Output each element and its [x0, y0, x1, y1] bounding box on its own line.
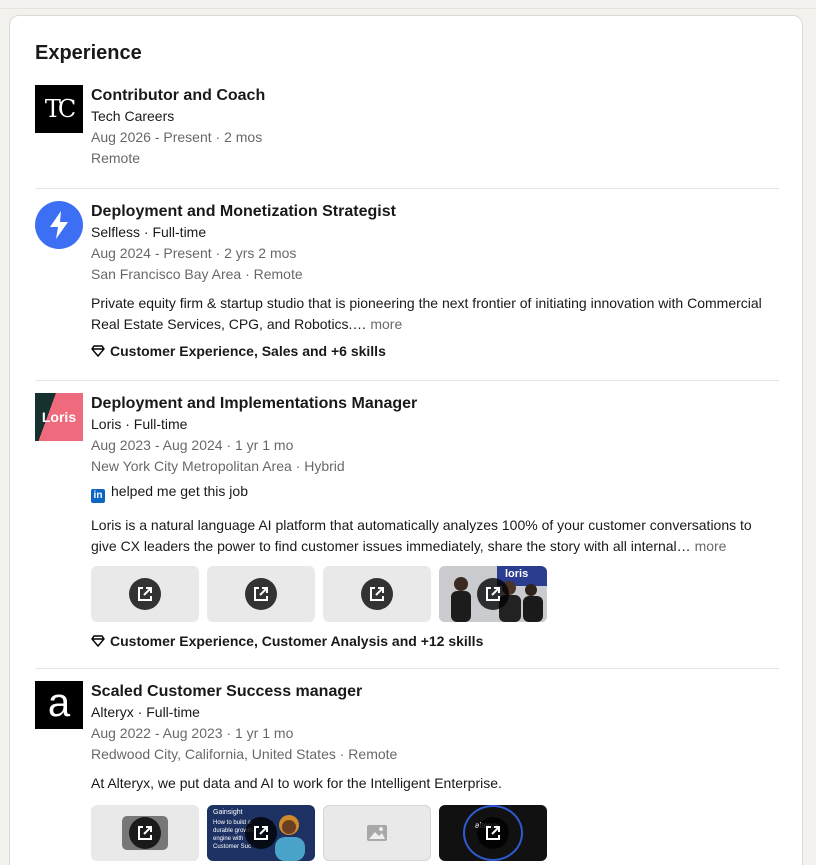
image-placeholder-icon — [367, 825, 387, 841]
diamond-icon — [91, 345, 105, 358]
external-link-icon — [129, 577, 161, 610]
linkedin-icon: in — [91, 488, 105, 503]
media-thumbnail[interactable] — [91, 805, 199, 861]
role-title[interactable]: Deployment and Implementations Manager — [91, 393, 781, 414]
date-range: Aug 2024 - Present · 2 yrs 2 mos — [91, 245, 297, 261]
external-link-icon — [477, 577, 509, 610]
alteryx-logo[interactable]: a — [35, 681, 83, 729]
job-description: Loris is a natural language AI platform … — [91, 515, 781, 557]
top-divider — [0, 0, 816, 9]
media-thumbnail-gainsight[interactable]: Gainsight How to build a durable growth … — [207, 805, 315, 861]
company-name: Selfless · Full-time — [91, 224, 207, 240]
description-text: Private equity firm & startup studio tha… — [91, 295, 762, 332]
helped-get-job: in helped me get this job — [91, 481, 781, 503]
company-name: Alteryx · Full-time — [91, 704, 200, 720]
divider — [35, 380, 779, 381]
see-more-link[interactable]: more — [370, 316, 402, 332]
location: Redwood City, California, United States … — [91, 746, 398, 762]
job-description: Private equity firm & startup studio tha… — [91, 293, 781, 335]
see-more-link[interactable]: more — [695, 538, 727, 554]
external-link-icon — [245, 817, 277, 849]
media-thumbnail-photo[interactable]: loris — [439, 565, 547, 622]
media-thumbnails: loris — [91, 565, 781, 622]
media-thumbnails: Gainsight How to build a durable growth … — [91, 805, 781, 861]
location: Remote — [91, 150, 141, 166]
description-text: Loris is a natural language AI platform … — [91, 516, 752, 554]
lightning-bolt-icon — [50, 211, 68, 239]
date-range: Aug 2026 - Present · 2 mos — [91, 129, 263, 145]
media-thumbnail-placeholder[interactable] — [323, 805, 431, 861]
helped-text: helped me get this job — [111, 483, 248, 499]
gainsight-brand-text: Gainsight — [213, 809, 243, 816]
thumb-brand-text: loris — [505, 567, 529, 580]
skills-row[interactable]: Customer Experience, Customer Analysis a… — [91, 631, 781, 651]
location: San Francisco Bay Area · Remote — [91, 266, 303, 282]
company-name: Loris · Full-time — [91, 416, 188, 432]
external-link-icon — [477, 817, 509, 849]
divider — [35, 668, 779, 669]
date-range: Aug 2022 - Aug 2023 · 1 yr 1 mo — [91, 725, 294, 741]
skills-text: Customer Experience, Sales and +6 skills — [110, 343, 386, 359]
role-title[interactable]: Contributor and Coach — [91, 85, 781, 106]
external-link-icon — [245, 577, 277, 610]
media-thumbnail[interactable] — [91, 565, 199, 622]
selfless-logo[interactable] — [35, 201, 83, 249]
job-description: At Alteryx, we put data and AI to work f… — [91, 775, 502, 791]
tech-careers-logo[interactable]: TC — [35, 85, 83, 133]
skills-text: Customer Experience, Customer Analysis a… — [110, 632, 484, 649]
experience-card: Experience TC Contributor and Coach Tech… — [9, 15, 803, 865]
section-title: Experience — [35, 42, 142, 64]
location: New York City Metropolitan Area · Hybrid — [91, 458, 345, 474]
skills-row[interactable]: Customer Experience, Sales and +6 skills — [91, 341, 781, 361]
diamond-icon — [91, 634, 105, 647]
external-link-icon — [129, 817, 161, 849]
external-link-icon — [361, 577, 393, 610]
divider — [35, 188, 779, 189]
media-thumbnail-alteryx[interactable]: alteryx — [439, 805, 547, 861]
loris-logo[interactable]: Loris — [35, 393, 83, 441]
alteryx-logo-text: a — [47, 681, 71, 725]
media-thumbnail[interactable] — [207, 565, 315, 622]
loris-logo-text: Loris — [41, 409, 77, 425]
tech-careers-logo-text: TC — [44, 95, 76, 123]
company-name: Tech Careers — [91, 108, 175, 124]
role-title[interactable]: Deployment and Monetization Strategist — [91, 201, 781, 222]
media-thumbnail[interactable] — [323, 565, 431, 622]
role-title[interactable]: Scaled Customer Success manager — [91, 681, 781, 702]
date-range: Aug 2023 - Aug 2024 · 1 yr 1 mo — [91, 437, 294, 453]
